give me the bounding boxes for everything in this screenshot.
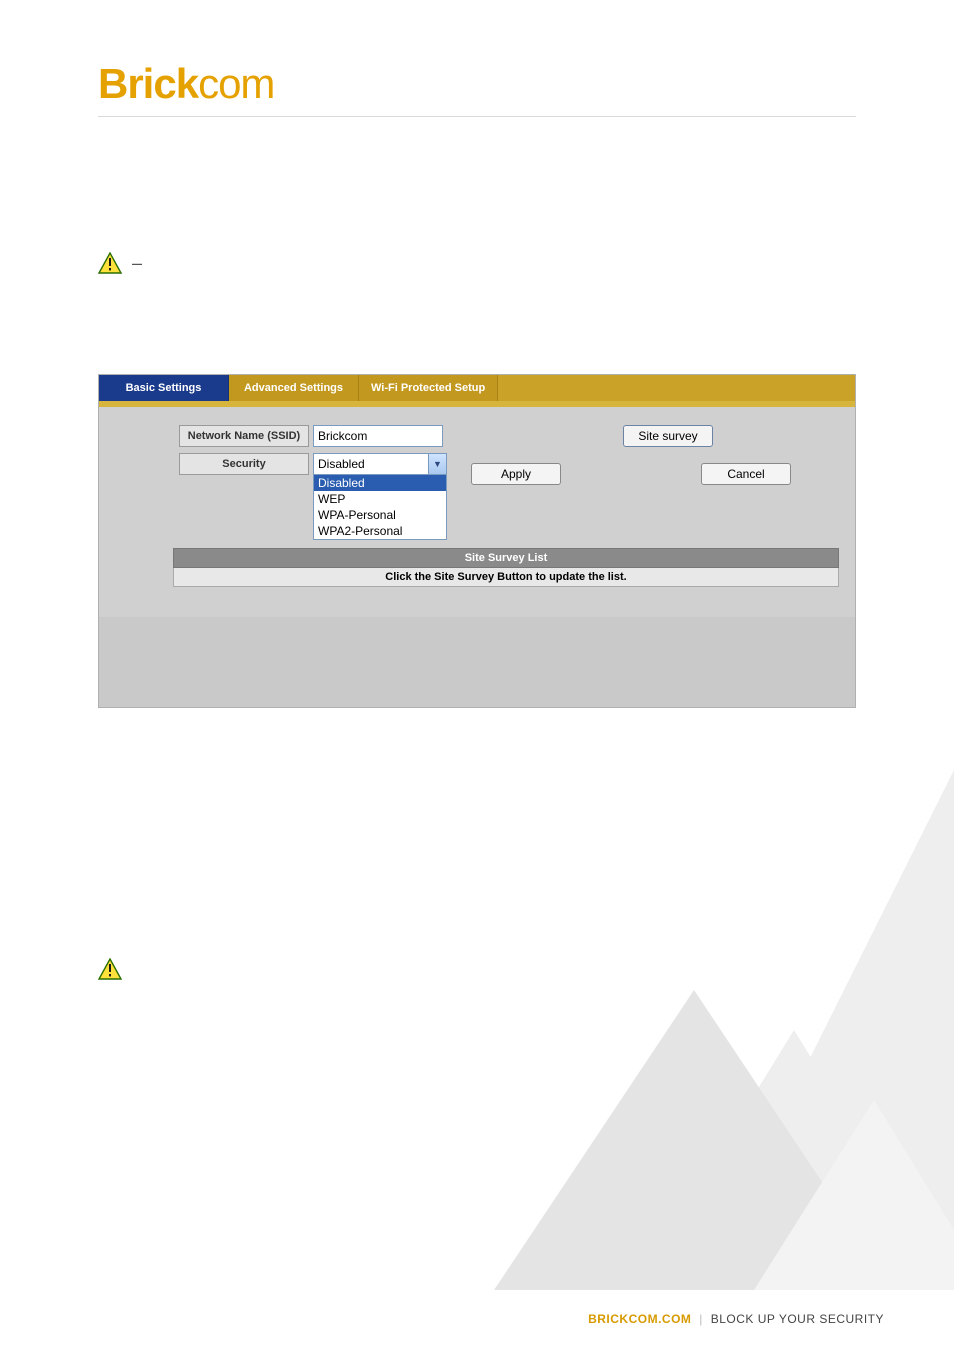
footer-brand: BRICKCOM.COM bbox=[588, 1312, 691, 1326]
security-option-wpa[interactable]: WPA-Personal bbox=[314, 507, 446, 523]
security-selected-value: Disabled bbox=[318, 457, 365, 471]
note-row-2 bbox=[98, 958, 856, 980]
footer-tagline: BLOCK UP YOUR SECURITY bbox=[711, 1312, 884, 1326]
warning-icon bbox=[98, 252, 122, 274]
tab-advanced-settings[interactable]: Advanced Settings bbox=[229, 375, 359, 401]
logo-thin: com bbox=[198, 60, 274, 107]
page-footer: BRICKCOM.COM | BLOCK UP YOUR SECURITY bbox=[588, 1312, 884, 1326]
note-dash: – bbox=[132, 253, 142, 274]
security-option-wpa2[interactable]: WPA2-Personal bbox=[314, 523, 446, 539]
tabbar: Basic Settings Advanced Settings Wi-Fi P… bbox=[99, 375, 855, 401]
site-survey-button[interactable]: Site survey bbox=[623, 425, 713, 447]
tab-wifi-protected-setup[interactable]: Wi-Fi Protected Setup bbox=[359, 375, 498, 401]
form-area: Network Name (SSID) Site survey Security… bbox=[99, 407, 855, 617]
brand-logo: Brickcom bbox=[98, 60, 274, 108]
ssid-input[interactable] bbox=[313, 425, 443, 447]
chevron-down-icon: ▼ bbox=[428, 454, 446, 474]
ssid-label: Network Name (SSID) bbox=[179, 425, 309, 447]
site-survey-hint: Click the Site Survey Button to update t… bbox=[173, 568, 839, 587]
warning-icon bbox=[98, 958, 122, 980]
security-select[interactable]: Disabled ▼ Disabled WEP WPA-Personal WPA… bbox=[313, 453, 447, 540]
security-option-wep[interactable]: WEP bbox=[314, 491, 446, 507]
logo-bold: Brick bbox=[98, 60, 198, 107]
security-option-disabled[interactable]: Disabled bbox=[314, 475, 446, 491]
apply-button[interactable]: Apply bbox=[471, 463, 561, 485]
site-survey-list-header: Site Survey List bbox=[173, 548, 839, 568]
security-options-list: Disabled WEP WPA-Personal WPA2-Personal bbox=[313, 475, 447, 540]
note-row-1: – bbox=[98, 252, 856, 274]
cancel-button[interactable]: Cancel bbox=[701, 463, 791, 485]
footer-separator: | bbox=[699, 1312, 703, 1326]
security-label: Security bbox=[179, 453, 309, 475]
wireless-settings-panel: Basic Settings Advanced Settings Wi-Fi P… bbox=[98, 374, 856, 708]
tab-basic-settings[interactable]: Basic Settings bbox=[99, 375, 229, 401]
header-divider bbox=[98, 116, 856, 117]
